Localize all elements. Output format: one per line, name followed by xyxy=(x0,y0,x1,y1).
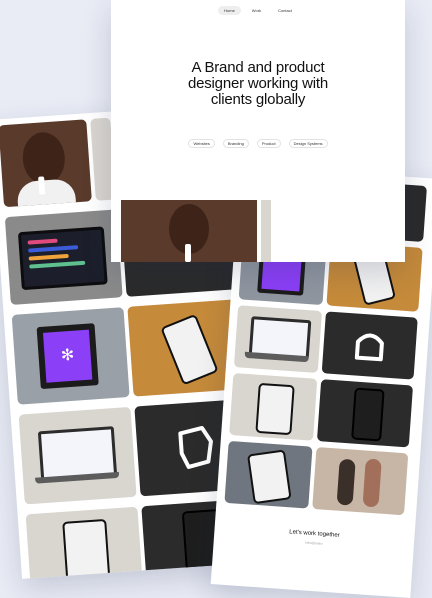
chip-websites[interactable]: Websites xyxy=(188,139,215,148)
nav-work[interactable]: Work xyxy=(246,6,267,15)
lock-logo-tile[interactable] xyxy=(321,311,418,380)
service-chips: Websites Branding Product Design Systems xyxy=(111,139,405,148)
tablet-mockup-tile[interactable] xyxy=(4,209,123,305)
dancers-tile[interactable] xyxy=(312,447,409,516)
hero-portrait-tile[interactable] xyxy=(121,200,257,262)
purple-screen-tile[interactable]: ✻ xyxy=(11,307,130,405)
nav-home[interactable]: Home xyxy=(218,6,241,15)
hero-headline: A Brand and product designer working wit… xyxy=(187,59,329,108)
lock-mark-icon xyxy=(354,333,384,362)
chip-product[interactable]: Product xyxy=(256,139,281,148)
portrait-tile[interactable] xyxy=(0,119,92,208)
center-hero-page: Home Work Contact A Brand and product de… xyxy=(111,0,405,262)
earbuds-small-tile[interactable] xyxy=(229,373,318,441)
phone-dark-small-tile[interactable] xyxy=(316,379,414,448)
chip-branding[interactable]: Branding xyxy=(222,139,249,148)
flower-logo-icon: ✻ xyxy=(60,346,75,365)
top-nav: Home Work Contact xyxy=(111,6,405,15)
hero-partial-tile[interactable] xyxy=(261,200,271,262)
nav-contact[interactable]: Contact xyxy=(272,6,298,15)
laptop-mockup-tile[interactable] xyxy=(18,406,137,505)
chip-design-systems[interactable]: Design Systems xyxy=(288,139,328,148)
phone-gray-tile[interactable] xyxy=(224,440,313,509)
laptop-small-tile[interactable] xyxy=(233,305,323,373)
earbuds-tile[interactable] xyxy=(25,506,143,579)
